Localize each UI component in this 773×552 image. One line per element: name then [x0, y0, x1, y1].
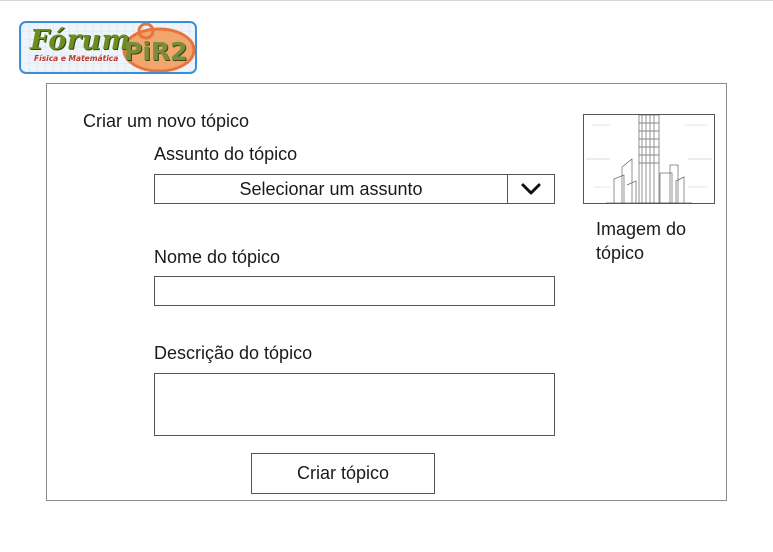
description-label: Descrição do tópico — [154, 343, 313, 363]
logo-subtitle: Física e Matemática — [34, 54, 119, 63]
page-title: Criar um novo tópico — [83, 111, 250, 131]
logo-word: Fórum — [30, 25, 131, 56]
subject-label: Assunto do tópico — [154, 144, 298, 164]
topic-description-textarea[interactable] — [154, 373, 555, 436]
create-topic-button[interactable]: Criar tópico — [251, 453, 435, 494]
logo-brand: PiR2 — [124, 37, 188, 66]
topic-name-input[interactable] — [154, 276, 555, 306]
name-label: Nome do tópico — [154, 247, 281, 267]
top-divider — [0, 0, 773, 1]
forum-logo[interactable]: Fórum Física e Matemática PiR2 — [19, 21, 197, 74]
topic-image-placeholder[interactable] — [583, 114, 715, 204]
chevron-down-icon[interactable] — [508, 175, 554, 203]
subject-select[interactable]: Selecionar um assunto — [154, 174, 555, 204]
image-label: Imagem do tópico — [596, 219, 687, 263]
city-sketch-image — [586, 115, 712, 203]
subject-select-value: Selecionar um assunto — [239, 179, 423, 199]
